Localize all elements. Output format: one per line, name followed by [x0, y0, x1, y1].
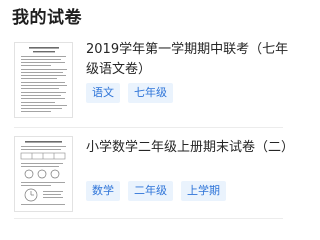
paper-thumbnail[interactable]	[14, 136, 73, 212]
tag-grade[interactable]: 七年级	[128, 83, 173, 103]
divider	[14, 218, 283, 219]
paper-title[interactable]: 2019学年第一学期期中联考（七年级语文卷）	[86, 40, 291, 80]
tag-list: 语文 七年级	[86, 83, 173, 103]
paper-card[interactable]: 小学数学二年级上册期末试卷（二） 数学 二年级 上学期	[0, 134, 297, 214]
tag-grade[interactable]: 二年级	[128, 181, 173, 201]
page-title: 我的试卷	[12, 8, 82, 28]
tag-semester[interactable]: 上学期	[181, 181, 226, 201]
tag-list: 数学 二年级 上学期	[86, 181, 226, 201]
paper-thumbnail[interactable]	[14, 42, 73, 118]
tag-subject[interactable]: 数学	[86, 181, 120, 201]
paper-title[interactable]: 小学数学二年级上册期末试卷（二）	[86, 138, 294, 158]
divider	[14, 127, 283, 128]
tag-subject[interactable]: 语文	[86, 83, 120, 103]
paper-card[interactable]: 2019学年第一学期期中联考（七年级语文卷） 语文 七年级	[0, 38, 297, 122]
